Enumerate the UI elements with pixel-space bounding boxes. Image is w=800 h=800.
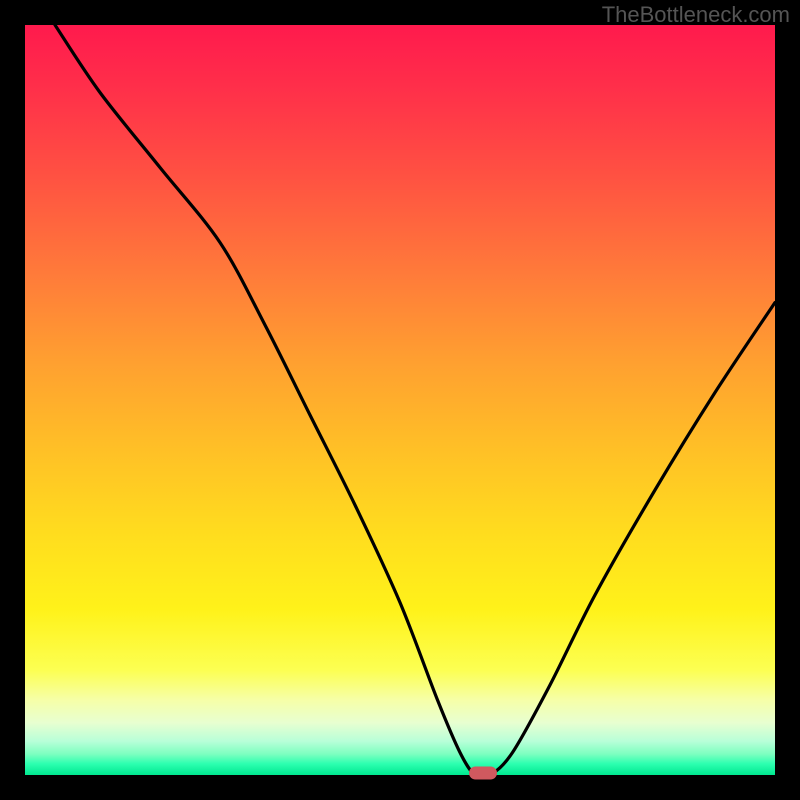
chart-container: TheBottleneck.com: [0, 0, 800, 800]
attribution-text: TheBottleneck.com: [602, 2, 790, 28]
optimum-marker: [469, 767, 497, 780]
curve-svg: [25, 25, 775, 775]
plot-area: [25, 25, 775, 775]
bottleneck-curve: [55, 25, 775, 775]
